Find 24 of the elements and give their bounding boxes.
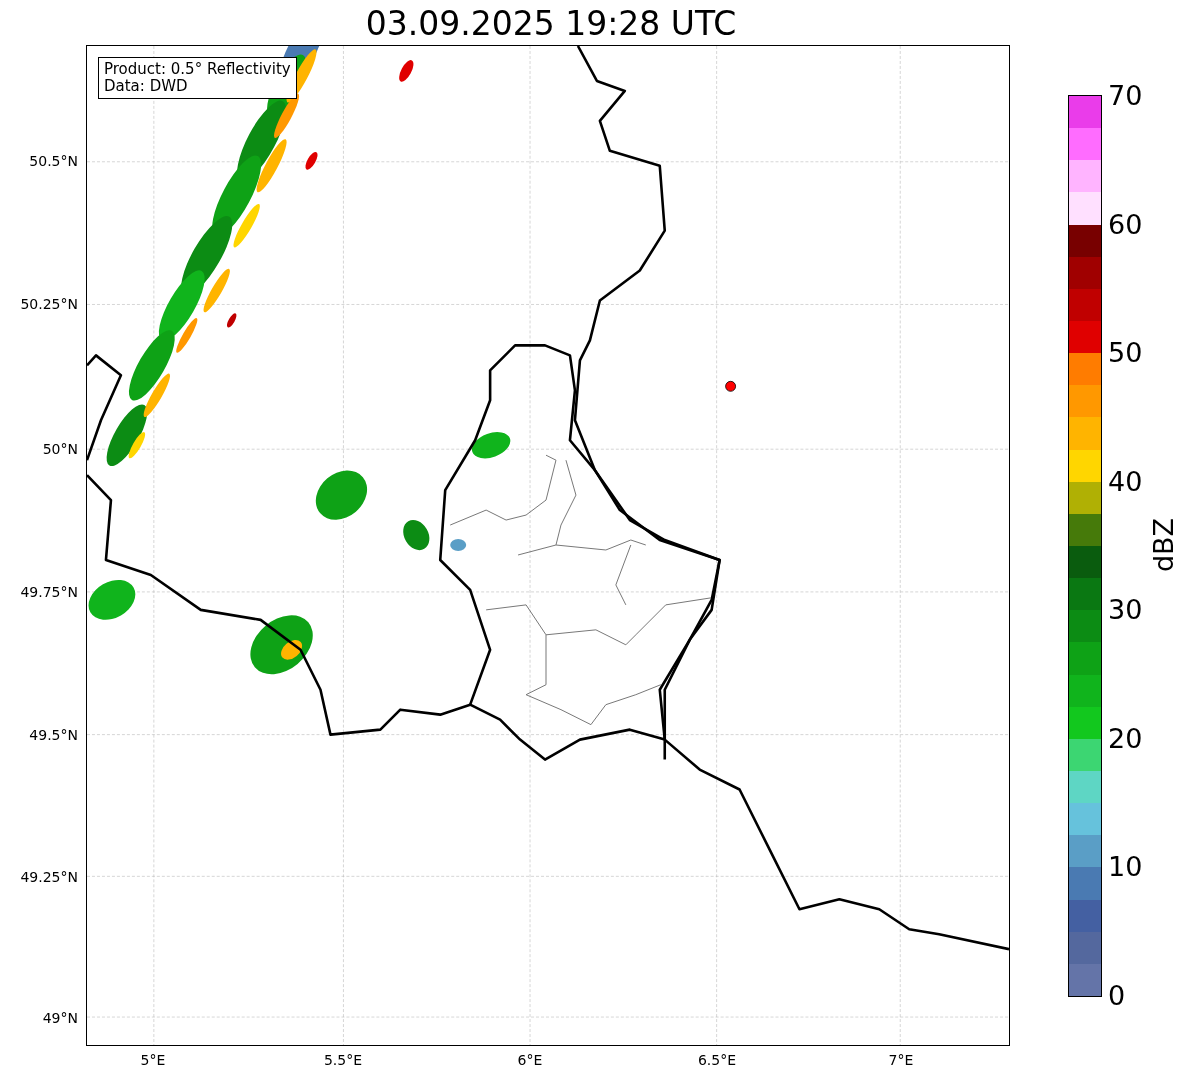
latitude-label: 49°N	[42, 1010, 78, 1026]
info-text: Data: DWD	[104, 78, 189, 95]
longitude-label: 7°E	[888, 1052, 914, 1068]
info-text: Product: 0.5° Reflectivity	[104, 61, 291, 78]
longitude-label: 5°E	[140, 1052, 166, 1068]
colorbar-label: dBZ	[1147, 517, 1179, 573]
colorbar-tick-label: 40	[1108, 465, 1143, 497]
colorbar-tick-label: 70	[1108, 79, 1143, 111]
colorbar-tick-label: 0	[1108, 979, 1126, 1011]
longitude-label: 5.5°E	[323, 1052, 363, 1068]
latitude-label: 49.5°N	[29, 727, 78, 743]
latitude-label: 50°N	[42, 441, 78, 457]
colorbar-tick-label: 30	[1108, 593, 1143, 625]
latitude-label: 49.25°N	[20, 869, 78, 885]
latitude-label: 49.75°N	[20, 584, 78, 600]
colorbar-tick-label: 10	[1108, 850, 1143, 882]
chart-title: 03.09.2025 19:28 UTC	[364, 3, 738, 45]
latitude-label: 50.5°N	[29, 153, 78, 169]
colorbar-tick-label: 50	[1108, 336, 1143, 368]
longitude-label: 6°E	[517, 1052, 543, 1068]
longitude-label: 6.5°E	[697, 1052, 737, 1068]
colorbar-tick-label: 20	[1108, 722, 1143, 754]
latitude-label: 50.25°N	[20, 296, 78, 312]
colorbar-tick-label: 60	[1108, 208, 1143, 240]
